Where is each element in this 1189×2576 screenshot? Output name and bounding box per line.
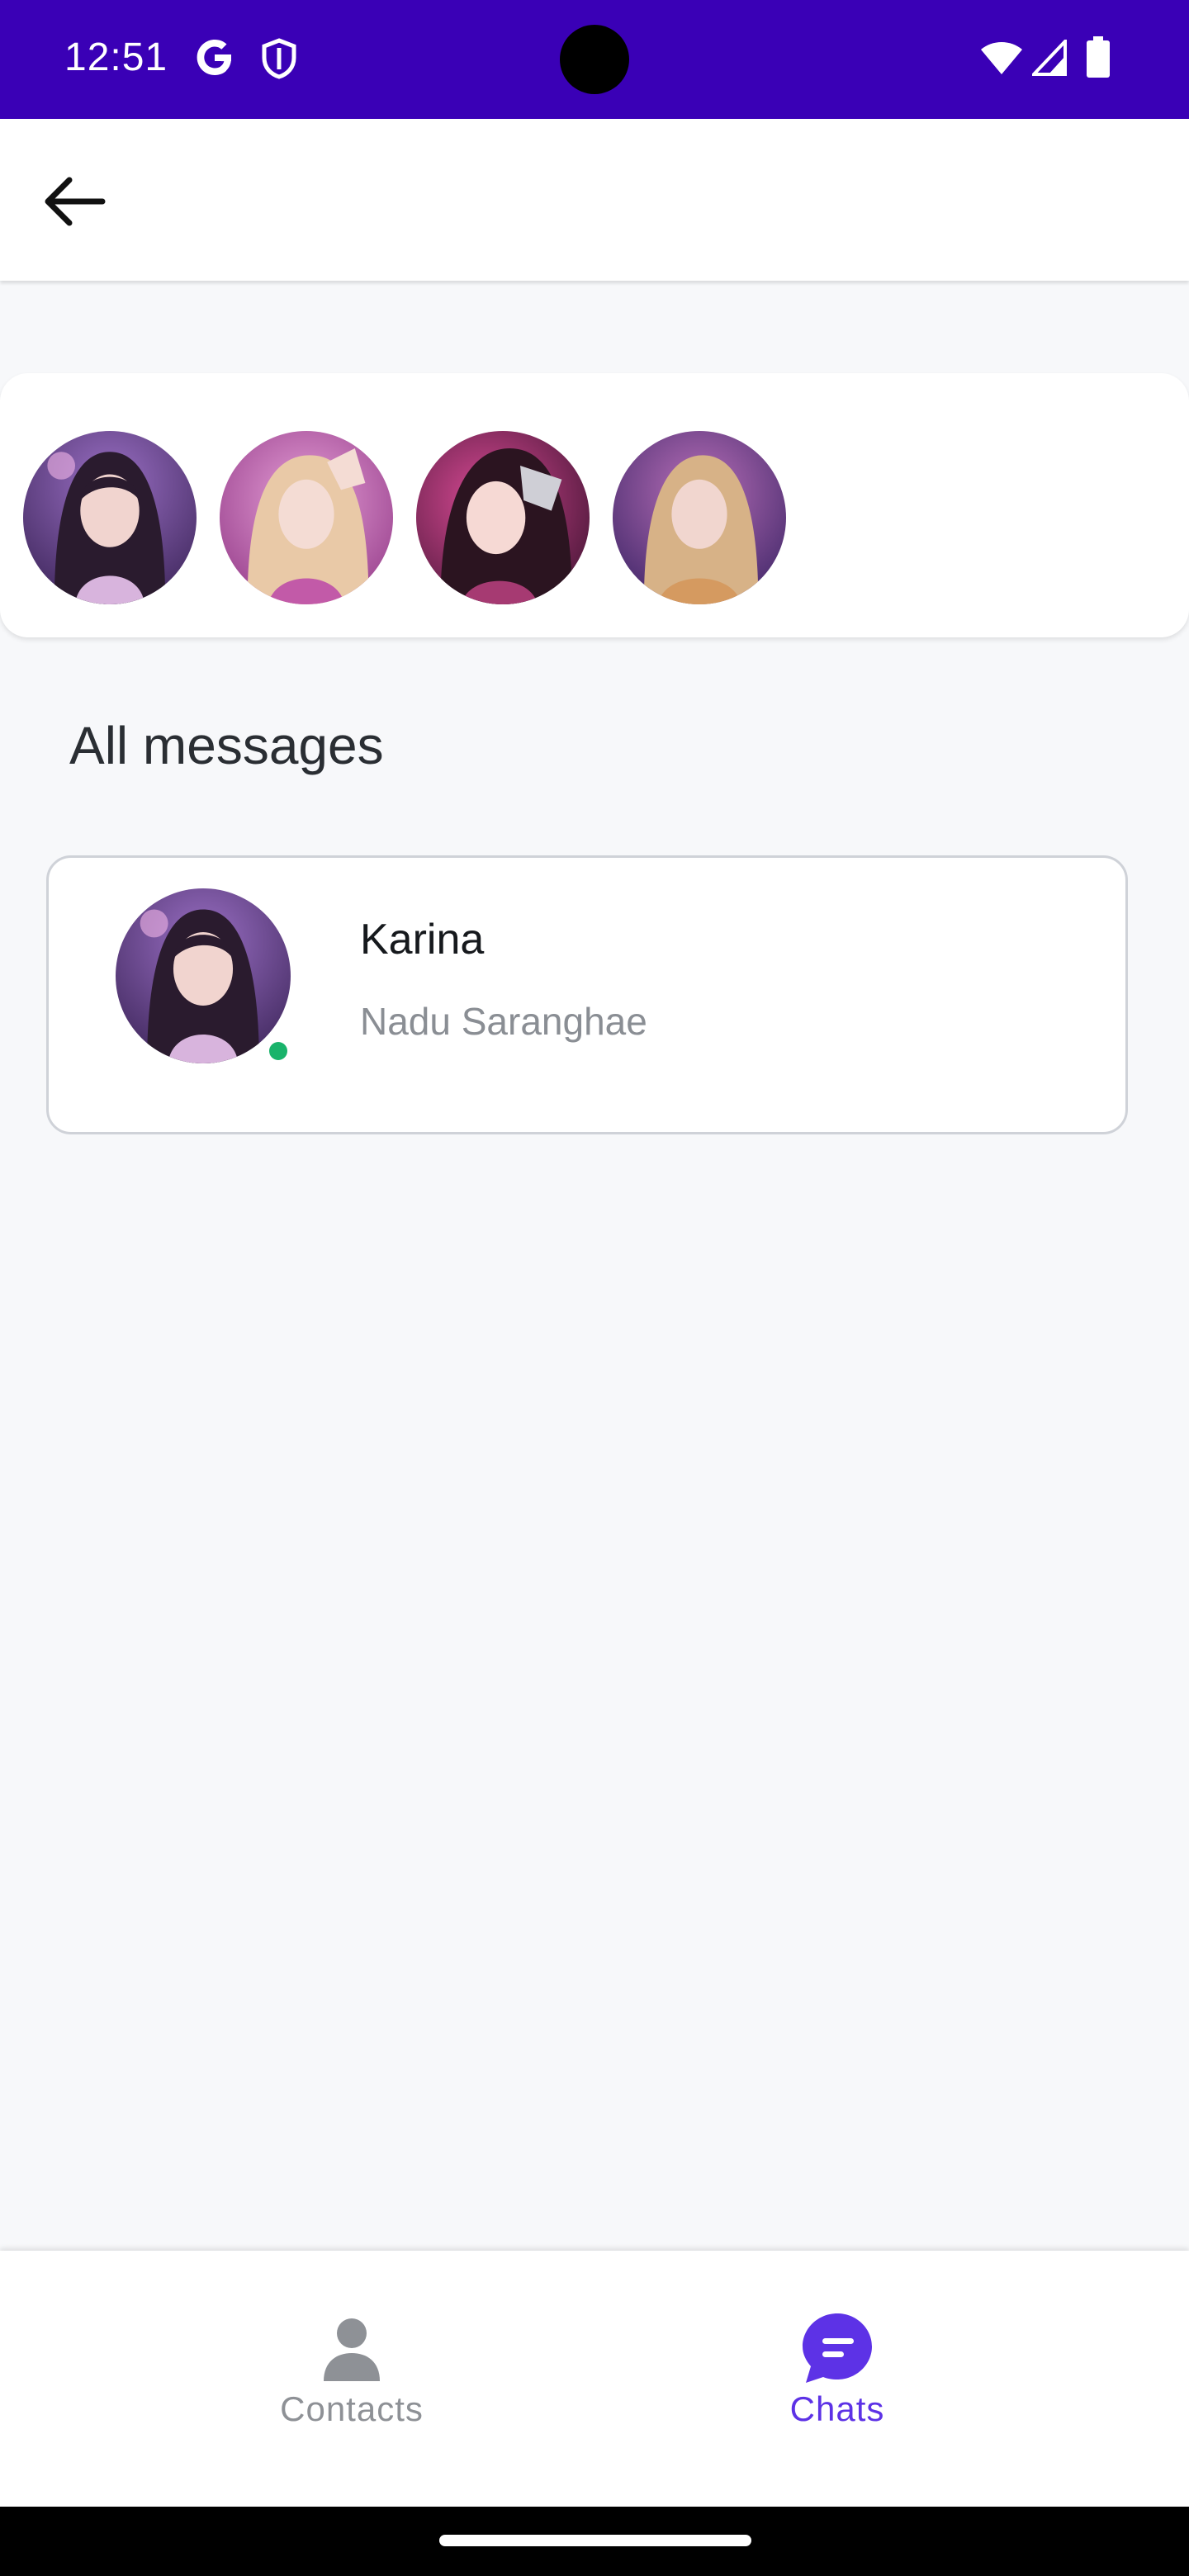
story-avatar[interactable] bbox=[613, 431, 786, 604]
profile-photo bbox=[23, 431, 197, 604]
profile-photo bbox=[416, 431, 590, 604]
story-avatar[interactable] bbox=[23, 431, 197, 604]
nav-contacts[interactable]: Contacts bbox=[228, 2304, 476, 2460]
status-bar: 12:51 bbox=[0, 0, 1189, 119]
wifi-icon bbox=[981, 42, 1022, 74]
avatar bbox=[116, 888, 291, 1063]
nav-chats[interactable]: Chats bbox=[713, 2304, 961, 2460]
section-title: All messages bbox=[69, 716, 384, 775]
top-app-bar bbox=[0, 119, 1189, 281]
shield-icon bbox=[262, 38, 296, 79]
nav-label: Contacts bbox=[280, 2389, 424, 2428]
home-gesture-handle[interactable] bbox=[439, 2535, 751, 2546]
status-time: 12:51 bbox=[64, 36, 168, 79]
bottom-navigation bbox=[0, 2251, 1189, 2507]
back-button[interactable] bbox=[30, 157, 119, 246]
contact-name: Karina bbox=[360, 916, 485, 964]
profile-photo bbox=[220, 431, 393, 604]
arrow-left-icon bbox=[45, 177, 106, 226]
profile-photo bbox=[613, 431, 786, 604]
camera-cutout bbox=[560, 25, 629, 94]
chat-bubble-icon bbox=[803, 2313, 872, 2383]
profile-photo bbox=[116, 888, 291, 1063]
story-avatar[interactable] bbox=[416, 431, 590, 604]
nav-label: Chats bbox=[789, 2389, 885, 2428]
online-status-dot bbox=[269, 1042, 287, 1060]
message-preview: Nadu Saranghae bbox=[360, 1000, 647, 1043]
battery-icon bbox=[1087, 36, 1110, 78]
google-icon bbox=[197, 40, 231, 75]
signal-icon bbox=[1032, 40, 1067, 76]
story-avatar[interactable] bbox=[220, 431, 393, 604]
person-icon bbox=[324, 2318, 380, 2381]
